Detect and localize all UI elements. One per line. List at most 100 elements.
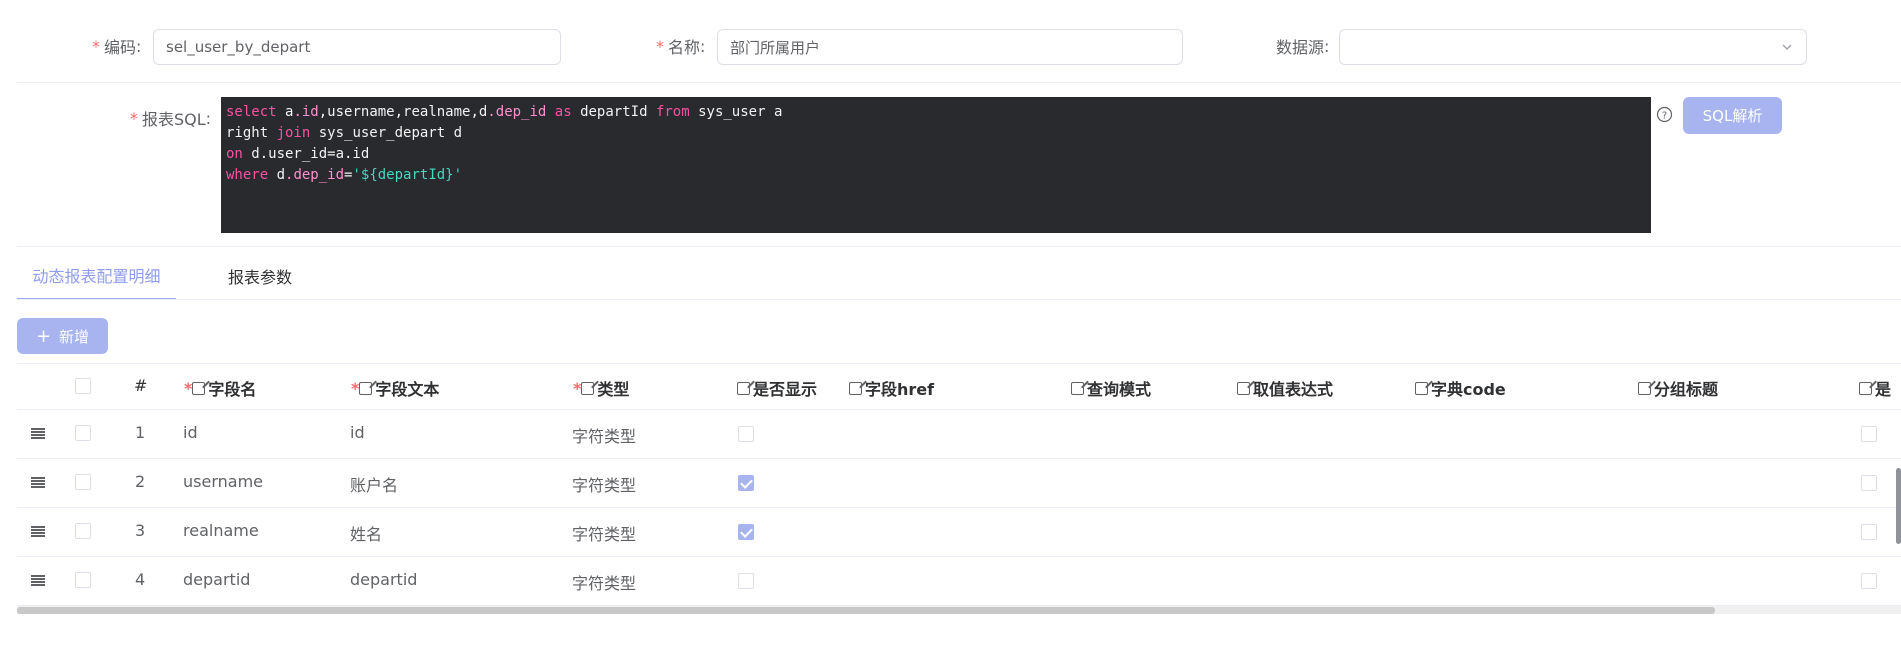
edit-icon: [1638, 381, 1651, 395]
cell-type[interactable]: 字符类型: [572, 570, 636, 594]
edit-icon: [192, 381, 206, 395]
is-show-checkbox[interactable]: [738, 573, 754, 589]
horizontal-scrollbar-thumb[interactable]: [17, 607, 1715, 614]
vertical-scrollbar-thumb[interactable]: [1896, 468, 1901, 544]
sql-token: select: [226, 104, 286, 120]
cell-field-name[interactable]: departid: [183, 570, 250, 589]
cell-type[interactable]: 字符类型: [572, 423, 636, 447]
table-row: 2 username 账户名 字符类型: [17, 459, 1901, 508]
col-header-is-show: 是否显示: [737, 376, 817, 400]
sql-token: on: [226, 146, 243, 162]
drag-handle-icon[interactable]: [31, 477, 45, 488]
row-checkbox[interactable]: [75, 572, 91, 588]
sql-line: select a.id,username,realname,d.dep_id a…: [226, 102, 1646, 123]
sql-token: .dep_id: [487, 104, 547, 120]
cell-index: 3: [135, 521, 146, 540]
edit-icon: [1071, 381, 1084, 395]
tabs-divider: [17, 299, 1901, 300]
datasource-label: 数据源:: [1276, 36, 1330, 58]
divider: [17, 82, 1901, 83]
col-header-value-expression: 取值表达式: [1237, 376, 1333, 400]
sql-line: right join sys_user_depart d: [226, 123, 1646, 144]
datasource-select[interactable]: [1339, 29, 1807, 65]
row-last-checkbox[interactable]: [1861, 426, 1877, 442]
divider: [17, 246, 1901, 247]
cell-field-name[interactable]: id: [183, 423, 198, 442]
cell-field-text[interactable]: 姓名: [350, 521, 382, 545]
sql-token: .dep_id: [285, 167, 345, 183]
row-last-checkbox[interactable]: [1861, 524, 1877, 540]
edit-icon: [359, 381, 373, 395]
col-header-dict-code: 字典code: [1415, 376, 1506, 400]
add-button[interactable]: + 新增: [17, 318, 108, 354]
sql-token: departId: [580, 104, 656, 120]
cell-type[interactable]: 字符类型: [572, 521, 636, 545]
table-row: 3 realname 姓名 字符类型: [17, 508, 1901, 557]
cell-index: 2: [135, 472, 146, 491]
sql-token: ,username,realname,: [318, 104, 479, 120]
sql-label: * 报表SQL:: [130, 108, 212, 130]
cell-index: 4: [135, 570, 146, 589]
edit-icon: [1415, 381, 1428, 395]
cell-index: 1: [135, 423, 146, 442]
name-label: * 名称:: [656, 36, 706, 58]
sql-token: right: [226, 125, 277, 141]
sql-line: where d.dep_id='${departId}': [226, 165, 1646, 186]
row-checkbox[interactable]: [75, 425, 91, 441]
code-input[interactable]: sel_user_by_depart: [153, 29, 561, 65]
row-last-checkbox[interactable]: [1861, 475, 1877, 491]
edit-icon: [1859, 381, 1872, 395]
col-header-query-mode: 查询模式: [1071, 376, 1151, 400]
cell-type[interactable]: 字符类型: [572, 472, 636, 496]
sql-token: .id: [293, 104, 319, 120]
sql-token: sys_user a: [689, 104, 783, 120]
table-row: 4 departid departid 字符类型: [17, 557, 1901, 606]
col-header-field-href: 字段href: [849, 376, 934, 400]
sql-editor[interactable]: select a.id,username,realname,d.dep_id a…: [221, 97, 1651, 233]
drag-handle-icon[interactable]: [31, 428, 45, 439]
sql-token: '${departId}': [352, 167, 463, 183]
plus-icon: +: [35, 325, 52, 347]
table-row: 1 id id 字符类型: [17, 410, 1901, 459]
code-label: * 编码:: [92, 36, 142, 58]
cell-field-text[interactable]: id: [350, 423, 365, 442]
help-icon[interactable]: ?: [1656, 106, 1673, 123]
drag-handle-icon[interactable]: [31, 575, 45, 586]
sql-token: join: [276, 125, 311, 141]
is-show-checkbox[interactable]: [738, 475, 754, 491]
sql-token: from: [655, 104, 690, 120]
sql-parse-button[interactable]: SQL解析: [1683, 97, 1782, 134]
edit-icon: [849, 381, 862, 395]
row-checkbox[interactable]: [75, 474, 91, 490]
col-header-type: * 类型: [573, 378, 630, 400]
chevron-down-icon: [1782, 44, 1792, 50]
sql-token: where: [226, 167, 269, 183]
name-input[interactable]: 部门所属用户: [717, 29, 1183, 65]
edit-icon: [1237, 381, 1250, 395]
col-header-index: #: [134, 376, 148, 395]
sql-token: d: [268, 167, 286, 183]
cell-field-text[interactable]: 账户名: [350, 472, 398, 496]
sql-token: sys_user_depart d: [310, 125, 463, 141]
col-header-field-text: * 字段文本: [351, 378, 440, 400]
table-header: # * 字段名 * 字段文本 * 类型 是否显示 字段href 查询模式 取值表达式 …: [17, 364, 1901, 410]
is-show-checkbox[interactable]: [738, 524, 754, 540]
sql-token: d.user_id=a.id: [242, 146, 370, 162]
tab-report-config-detail[interactable]: 动态报表配置明细: [17, 252, 176, 300]
row-checkbox[interactable]: [75, 523, 91, 539]
edit-icon: [737, 381, 750, 395]
cell-field-text[interactable]: departid: [350, 570, 417, 589]
cell-field-name[interactable]: realname: [183, 521, 259, 540]
sql-line: on d.user_id=a.id: [226, 144, 1646, 165]
row-last-checkbox[interactable]: [1861, 573, 1877, 589]
is-show-checkbox[interactable]: [738, 426, 754, 442]
svg-text:?: ?: [1662, 111, 1667, 122]
drag-handle-icon[interactable]: [31, 526, 45, 537]
select-all-checkbox[interactable]: [75, 378, 91, 394]
sql-token: as: [546, 104, 581, 120]
col-header-truncated: 是: [1859, 376, 1901, 400]
cell-field-name[interactable]: username: [183, 472, 263, 491]
col-header-group-title: 分组标题: [1638, 376, 1718, 400]
tab-report-params[interactable]: 报表参数: [215, 252, 305, 300]
col-header-field-name: * 字段名: [184, 378, 257, 400]
